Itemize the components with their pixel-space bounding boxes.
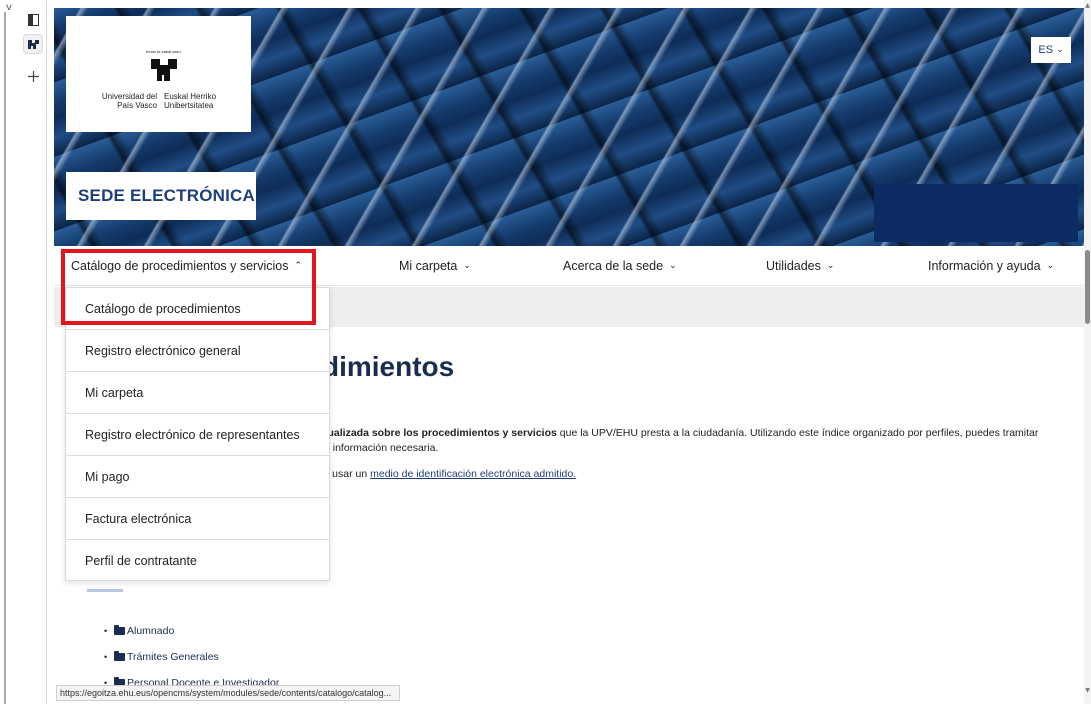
catalogo-dropdown-menu: Catálogo de procedimientos Registro elec… [65, 287, 330, 581]
chevron-down-icon: ⌄ [1056, 45, 1064, 55]
chevron-down-icon: ⌄ [1046, 261, 1055, 271]
dropdown-item-perfil-de-contratante[interactable]: Perfil de contratante [66, 540, 329, 582]
nav-item-informacion-y-ayuda[interactable]: Información y ayuda ⌄ [928, 246, 1054, 286]
folder-icon [114, 651, 125, 661]
hero-banner: eman ta zabal zazu Universidad del País … [54, 8, 1084, 246]
side-panel-divider [46, 0, 47, 704]
logo-text-spanish: Universidad del País Vasco [101, 92, 157, 110]
dropdown-item-registro-de-representantes[interactable]: Registro electrónico de representantes [66, 414, 329, 456]
university-emblem-icon [151, 59, 177, 81]
intro-text-line-1: tualizada sobre los procedimientos y ser… [324, 426, 1074, 441]
collapse-chevron-icon[interactable]: v [6, 2, 12, 13]
list-item[interactable]: • Alumnado [104, 618, 279, 644]
dropdown-item-mi-pago[interactable]: Mi pago [66, 456, 329, 498]
bullet-icon: • [104, 626, 108, 636]
intro-text-prefix: s usar un [324, 468, 371, 480]
dropdown-item-mi-carpeta[interactable]: Mi carpeta [66, 372, 329, 414]
logo-tagline: eman ta zabal zazu [146, 49, 181, 54]
bullet-icon: • [104, 652, 108, 662]
intro-text-line-2: a información necesaria. [324, 442, 439, 454]
nav-item-label: Catálogo de procedimientos y servicios [71, 259, 289, 273]
main-navigation: Catálogo de procedimientos y servicios ⌃… [54, 246, 1084, 286]
dropdown-item-catalogo-de-procedimientos[interactable]: Catálogo de procedimientos [66, 288, 329, 330]
nav-item-label: Información y ayuda [928, 259, 1041, 273]
logo-text-basque: Euskal Herriko Unibertsitatea [164, 92, 217, 110]
dropdown-item-registro-electronico-general[interactable]: Registro electrónico general [66, 330, 329, 372]
nav-item-label: Acerca de la sede [563, 259, 664, 273]
language-label: ES [1038, 44, 1054, 56]
chevron-down-icon: ⌄ [826, 261, 835, 271]
university-logo[interactable]: eman ta zabal zazu Universidad del País … [66, 16, 251, 132]
site-title: SEDE ELECTRÓNICA [78, 186, 255, 205]
page-title: dimientos [322, 351, 455, 382]
folder-icon [114, 625, 125, 635]
chevron-up-icon: ⌃ [294, 261, 303, 271]
intro-text-bold: tualizada sobre los procedimientos y ser… [324, 427, 557, 439]
nav-item-utilidades[interactable]: Utilidades ⌄ [766, 246, 834, 286]
sidebar-toggle-icon[interactable] [23, 10, 43, 30]
nav-item-label: Utilidades [766, 259, 821, 273]
scrollbar-thumb[interactable] [1085, 250, 1090, 324]
window-edge [4, 12, 6, 704]
link-status-bar: https://egoitza.ehu.eus/opencms/system/m… [56, 685, 400, 701]
nav-item-mi-carpeta[interactable]: Mi carpeta ⌄ [399, 246, 471, 286]
chevron-down-icon: ⌄ [669, 261, 677, 271]
decorative-block [874, 184, 1078, 242]
nav-item-catalogo[interactable]: Catálogo de procedimientos y servicios ⌃ [71, 246, 302, 286]
list-item[interactable]: • Trámites Generales [104, 644, 279, 670]
web-page: eman ta zabal zazu Universidad del País … [54, 0, 1084, 704]
browser-side-panel: v [0, 0, 50, 704]
scroll-up-arrow-icon[interactable]: ▲ [1084, 2, 1091, 9]
nav-item-label: Mi carpeta [399, 259, 458, 273]
identification-methods-link[interactable]: medio de identificación electrónica admi… [370, 468, 576, 480]
section-accent-divider [87, 589, 123, 592]
chevron-down-icon: ⌄ [463, 261, 471, 271]
ehu-site-icon[interactable] [23, 34, 43, 54]
page-scrollbar[interactable]: ▲ ▼ [1084, 0, 1091, 704]
profile-link-alumnado[interactable]: Alumnado [127, 625, 174, 637]
plus-icon[interactable] [23, 66, 43, 86]
dropdown-item-factura-electronica[interactable]: Factura electrónica [66, 498, 329, 540]
nav-item-acerca-de-la-sede[interactable]: Acerca de la sede ⌄ [563, 246, 677, 286]
scroll-down-arrow-icon[interactable]: ▼ [1084, 687, 1091, 694]
site-title-box[interactable]: SEDE ELECTRÓNICA [66, 172, 256, 220]
language-selector[interactable]: ES ⌄ [1031, 37, 1071, 63]
profile-link-tramites-generales[interactable]: Trámites Generales [127, 651, 219, 663]
intro-text-rest: que la UPV/EHU presta a la ciudadanía. U… [556, 427, 1039, 439]
intro-text-line-3: s usar un medio de identificación electr… [324, 468, 576, 480]
